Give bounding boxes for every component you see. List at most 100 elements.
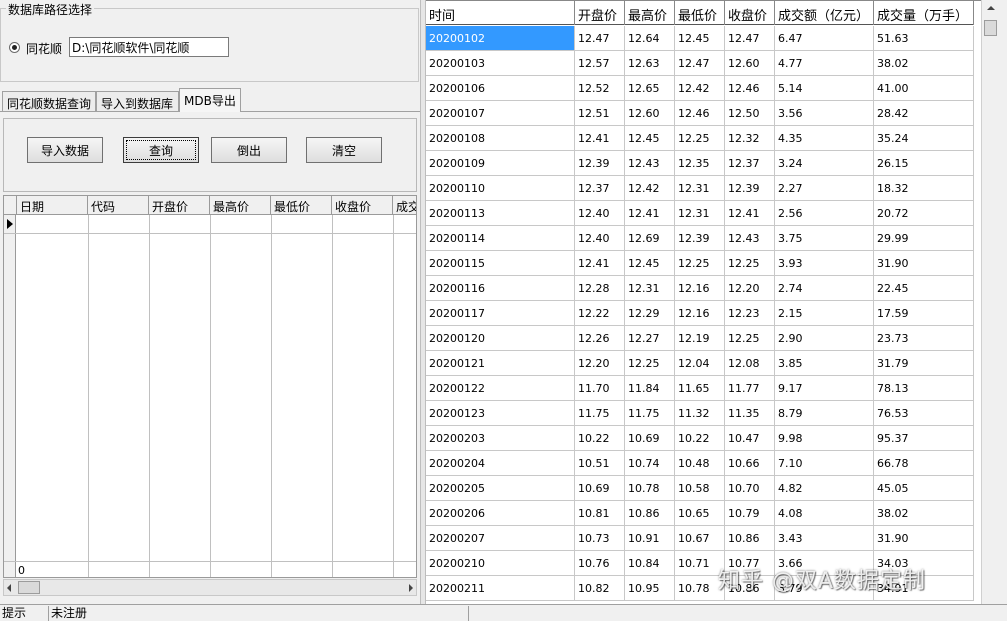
cell-high[interactable]: 10.78 xyxy=(625,476,675,500)
tab-import-db[interactable]: 导入到数据库 xyxy=(96,91,179,112)
cell-volume[interactable]: 22.45 xyxy=(874,276,974,300)
cell-close[interactable]: 12.41 xyxy=(725,201,775,225)
cell-high[interactable]: 12.25 xyxy=(625,351,675,375)
cell-volume[interactable]: 38.02 xyxy=(874,501,974,525)
cell-time[interactable]: 20200107 xyxy=(426,101,575,125)
scroll-left-icon[interactable] xyxy=(7,584,11,592)
table-row[interactable]: 20200106 12.52 12.65 12.42 12.46 5.14 41.00 xyxy=(426,76,974,101)
cell-close[interactable]: 12.25 xyxy=(725,326,775,350)
table-row[interactable]: 20200120 12.26 12.27 12.19 12.25 2.90 23.73 xyxy=(426,326,974,351)
table-row[interactable]: 20200205 10.69 10.78 10.58 10.70 4.82 45.05 xyxy=(426,476,974,501)
cell-amount[interactable]: 2.74 xyxy=(775,276,874,300)
cell-amount[interactable]: 4.77 xyxy=(775,51,874,75)
col-header-high[interactable]: 最高价 xyxy=(625,1,675,25)
cell-high[interactable]: 12.69 xyxy=(625,226,675,250)
cell-open[interactable]: 12.41 xyxy=(575,251,625,275)
cell-low[interactable]: 12.04 xyxy=(675,351,725,375)
right-grid-vscrollbar[interactable] xyxy=(981,0,999,604)
col-header-close[interactable]: 收盘价 xyxy=(725,1,775,25)
cell-close[interactable]: 12.08 xyxy=(725,351,775,375)
cell-open[interactable]: 10.76 xyxy=(575,551,625,575)
table-row[interactable]: 20200103 12.57 12.63 12.47 12.60 4.77 38.02 xyxy=(426,51,974,76)
cell-amount[interactable]: 4.35 xyxy=(775,126,874,150)
table-row[interactable]: 20200204 10.51 10.74 10.48 10.66 7.10 66.78 xyxy=(426,451,974,476)
cell-high[interactable]: 10.84 xyxy=(625,551,675,575)
cell-time[interactable]: 20200211 xyxy=(426,576,575,600)
cell-high[interactable]: 12.29 xyxy=(625,301,675,325)
cell-high[interactable]: 12.65 xyxy=(625,76,675,100)
scroll-thumb[interactable] xyxy=(984,20,997,36)
cell-close[interactable]: 12.23 xyxy=(725,301,775,325)
cell-open[interactable]: 12.26 xyxy=(575,326,625,350)
cell-open[interactable]: 12.41 xyxy=(575,126,625,150)
cell-high[interactable]: 12.60 xyxy=(625,101,675,125)
cell-high[interactable]: 12.42 xyxy=(625,176,675,200)
cell-time[interactable]: 20200120 xyxy=(426,326,575,350)
col-header-volume[interactable]: 成交 xyxy=(393,196,416,215)
table-row[interactable]: 20200123 11.75 11.75 11.32 11.35 8.79 76.53 xyxy=(426,401,974,426)
cell-time[interactable]: 20200110 xyxy=(426,176,575,200)
cell-volume[interactable]: 78.13 xyxy=(874,376,974,400)
cell-time[interactable]: 20200205 xyxy=(426,476,575,500)
cell-amount[interactable]: 3.43 xyxy=(775,526,874,550)
query-button[interactable]: 查询 xyxy=(123,137,199,163)
cell-volume[interactable]: 31.79 xyxy=(874,351,974,375)
cell-high[interactable]: 11.84 xyxy=(625,376,675,400)
cell-amount[interactable]: 3.75 xyxy=(775,226,874,250)
cell-open[interactable]: 11.75 xyxy=(575,401,625,425)
cell-amount[interactable]: 4.08 xyxy=(775,501,874,525)
cell-close[interactable]: 10.86 xyxy=(725,526,775,550)
cell-high[interactable]: 12.31 xyxy=(625,276,675,300)
cell-close[interactable]: 12.50 xyxy=(725,101,775,125)
cell-close[interactable]: 12.47 xyxy=(725,26,775,50)
cell-open[interactable]: 12.52 xyxy=(575,76,625,100)
cell-open[interactable]: 11.70 xyxy=(575,376,625,400)
table-row[interactable]: 20200203 10.22 10.69 10.22 10.47 9.98 95.37 xyxy=(426,426,974,451)
cell-high[interactable]: 12.45 xyxy=(625,126,675,150)
cell-amount[interactable]: 9.98 xyxy=(775,426,874,450)
db-path-input[interactable] xyxy=(69,37,229,57)
table-row[interactable]: 20200121 12.20 12.25 12.04 12.08 3.85 31.79 xyxy=(426,351,974,376)
cell-open[interactable]: 12.22 xyxy=(575,301,625,325)
cell-open[interactable]: 12.47 xyxy=(575,26,625,50)
tab-query[interactable]: 同花顺数据查询 xyxy=(2,91,96,112)
cell-amount[interactable]: 2.56 xyxy=(775,201,874,225)
cell-volume[interactable]: 28.42 xyxy=(874,101,974,125)
cell-open[interactable]: 10.22 xyxy=(575,426,625,450)
cell-low[interactable]: 12.31 xyxy=(675,176,725,200)
cell-volume[interactable]: 31.90 xyxy=(874,251,974,275)
cell-time[interactable]: 20200203 xyxy=(426,426,575,450)
cell-close[interactable]: 12.32 xyxy=(725,126,775,150)
cell-high[interactable]: 10.86 xyxy=(625,501,675,525)
cell-volume[interactable]: 20.72 xyxy=(874,201,974,225)
clear-button[interactable]: 清空 xyxy=(306,137,382,163)
cell-open[interactable]: 12.40 xyxy=(575,201,625,225)
cell-close[interactable]: 11.77 xyxy=(725,376,775,400)
cell-low[interactable]: 10.48 xyxy=(675,451,725,475)
cell-high[interactable]: 10.69 xyxy=(625,426,675,450)
col-header-code[interactable]: 代码 xyxy=(88,196,149,215)
cell-volume[interactable]: 95.37 xyxy=(874,426,974,450)
cell-high[interactable]: 11.75 xyxy=(625,401,675,425)
table-row[interactable]: 20200110 12.37 12.42 12.31 12.39 2.27 18.32 xyxy=(426,176,974,201)
col-header-close[interactable]: 收盘价 xyxy=(332,196,393,215)
cell-time[interactable]: 20200123 xyxy=(426,401,575,425)
cell-high[interactable]: 10.74 xyxy=(625,451,675,475)
cell-amount[interactable]: 4.82 xyxy=(775,476,874,500)
table-row[interactable]: 20200102 12.47 12.64 12.45 12.47 6.47 51.63 xyxy=(426,26,974,51)
cell-low[interactable]: 10.67 xyxy=(675,526,725,550)
table-row[interactable]: 20200113 12.40 12.41 12.31 12.41 2.56 20.72 xyxy=(426,201,974,226)
cell-time[interactable]: 20200117 xyxy=(426,301,575,325)
cell-high[interactable]: 10.95 xyxy=(625,576,675,600)
table-row[interactable]: 20200116 12.28 12.31 12.16 12.20 2.74 22.45 xyxy=(426,276,974,301)
cell-close[interactable]: 12.39 xyxy=(725,176,775,200)
cell-low[interactable]: 12.39 xyxy=(675,226,725,250)
cell-low[interactable]: 12.35 xyxy=(675,151,725,175)
cell-amount[interactable]: 5.14 xyxy=(775,76,874,100)
import-data-button[interactable]: 导入数据 xyxy=(27,137,103,163)
cell-time[interactable]: 20200108 xyxy=(426,126,575,150)
cell-low[interactable]: 12.19 xyxy=(675,326,725,350)
cell-volume[interactable]: 51.63 xyxy=(874,26,974,50)
cell-low[interactable]: 10.58 xyxy=(675,476,725,500)
cell-amount[interactable]: 6.47 xyxy=(775,26,874,50)
